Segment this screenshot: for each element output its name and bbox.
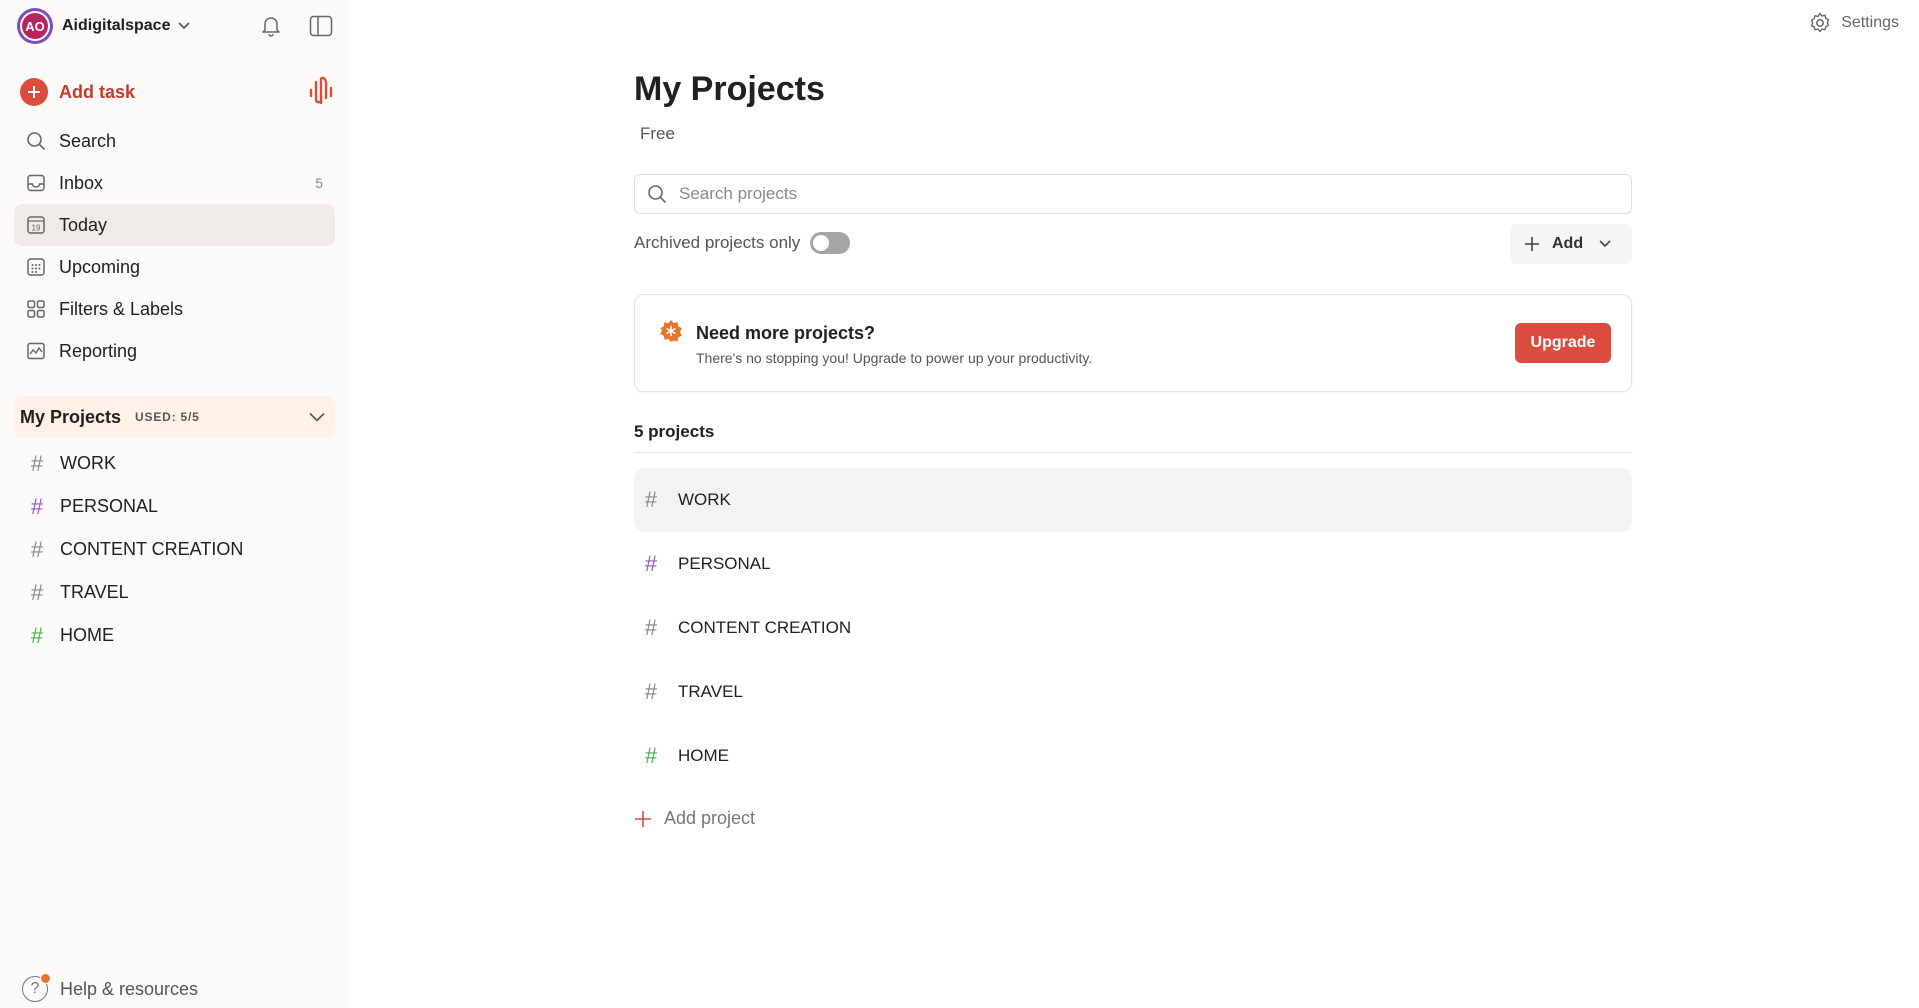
productivity-wave-icon[interactable] bbox=[309, 76, 335, 106]
notifications-bell-icon[interactable] bbox=[257, 12, 285, 40]
search-projects-field[interactable] bbox=[634, 174, 1632, 214]
calendar-today-icon: 19 bbox=[25, 214, 47, 236]
project-row-travel[interactable]: # TRAVEL bbox=[634, 660, 1632, 724]
calendar-grid-icon bbox=[25, 256, 47, 278]
project-row-personal[interactable]: # PERSONAL bbox=[634, 532, 1632, 596]
chevron-down-icon bbox=[1599, 240, 1611, 248]
hash-icon: # bbox=[644, 679, 658, 704]
hash-icon: # bbox=[30, 493, 44, 519]
hash-icon: # bbox=[644, 743, 658, 768]
sidebar-project-label: PERSONAL bbox=[60, 496, 159, 516]
sidebar-project-label: TRAVEL bbox=[60, 582, 129, 602]
sidebar-item-label: Today bbox=[59, 214, 108, 235]
sidebar-item-home[interactable]: # HOME bbox=[14, 614, 335, 657]
archived-filter: Archived projects only bbox=[634, 232, 851, 254]
sidebar-item-label: Search bbox=[59, 130, 117, 151]
settings-button[interactable]: Settings bbox=[1809, 12, 1899, 34]
promo-description: There's no stopping you! Upgrade to powe… bbox=[696, 350, 1093, 366]
sidebar-item-today[interactable]: 19 Today bbox=[14, 204, 335, 246]
my-projects-header[interactable]: My Projects USED: 5/5 bbox=[14, 396, 335, 438]
help-resources-link[interactable]: ? Help & resources bbox=[22, 973, 199, 1002]
hash-icon: # bbox=[644, 551, 658, 576]
archived-toggle[interactable] bbox=[810, 232, 851, 254]
sidebar-project-label: HOME bbox=[60, 625, 114, 645]
plus-icon bbox=[634, 810, 652, 828]
project-row-home[interactable]: # HOME bbox=[634, 724, 1632, 788]
archived-label: Archived projects only bbox=[634, 233, 801, 252]
sidebar-nav: Search Inbox 5 19 Today Upcoming Filters… bbox=[14, 120, 335, 372]
upgrade-promo-card: Need more projects? There's no stopping … bbox=[634, 294, 1632, 392]
notification-dot bbox=[40, 973, 51, 984]
search-icon bbox=[647, 184, 667, 204]
svg-text:19: 19 bbox=[32, 224, 41, 233]
sidebar-item-search[interactable]: Search bbox=[14, 120, 335, 162]
plus-circle-icon bbox=[20, 78, 48, 106]
sidebar-item-work[interactable]: # WORK bbox=[14, 442, 335, 485]
search-projects-input[interactable] bbox=[677, 183, 1581, 205]
project-name: WORK bbox=[678, 490, 731, 509]
inbox-count-badge: 5 bbox=[315, 175, 323, 191]
hash-icon: # bbox=[30, 622, 44, 648]
sidebar-item-personal[interactable]: # PERSONAL bbox=[14, 485, 335, 528]
help-question-icon: ? bbox=[22, 973, 51, 1002]
chevron-down-icon[interactable] bbox=[309, 412, 325, 422]
chevron-down-icon[interactable] bbox=[178, 22, 191, 30]
hash-icon: # bbox=[30, 579, 44, 605]
sidebar-item-label: Inbox bbox=[59, 172, 104, 193]
toggle-sidebar-icon[interactable] bbox=[307, 12, 335, 40]
help-label: Help & resources bbox=[60, 978, 199, 999]
workspace-header: AO Aidigitalspace bbox=[20, 10, 335, 42]
hash-icon: # bbox=[644, 615, 658, 640]
workspace-name[interactable]: Aidigitalspace bbox=[62, 17, 170, 35]
project-name: TRAVEL bbox=[678, 682, 743, 701]
filters-icon bbox=[25, 298, 47, 320]
starburst-badge-icon bbox=[659, 319, 683, 343]
sidebar-project-list: # WORK # PERSONAL # CONTENT CREATION # T… bbox=[14, 442, 335, 657]
add-label: Add bbox=[1552, 235, 1584, 252]
hash-icon: # bbox=[644, 487, 658, 512]
sidebar-item-reporting[interactable]: Reporting bbox=[14, 330, 335, 372]
project-row-content-creation[interactable]: # CONTENT CREATION bbox=[634, 596, 1632, 660]
divider bbox=[634, 452, 1632, 453]
search-icon bbox=[25, 130, 47, 152]
hash-icon: # bbox=[30, 536, 44, 562]
project-name: HOME bbox=[678, 746, 729, 765]
my-projects-title: My Projects bbox=[20, 406, 122, 427]
project-name: PERSONAL bbox=[678, 554, 771, 573]
sidebar-item-inbox[interactable]: Inbox 5 bbox=[14, 162, 335, 204]
toggle-knob bbox=[813, 235, 830, 251]
add-project-button[interactable]: Add project bbox=[634, 808, 755, 829]
sidebar-item-filters-labels[interactable]: Filters & Labels bbox=[14, 288, 335, 330]
plus-icon bbox=[1524, 236, 1540, 252]
sidebar-item-upcoming[interactable]: Upcoming bbox=[14, 246, 335, 288]
sidebar-item-label: Reporting bbox=[59, 340, 138, 361]
sidebar-item-label: Upcoming bbox=[59, 256, 141, 277]
add-task-label: Add task bbox=[59, 81, 136, 102]
add-task-button[interactable]: Add task bbox=[20, 76, 335, 108]
sidebar-project-label: WORK bbox=[60, 453, 116, 473]
hash-icon: # bbox=[30, 450, 44, 476]
reporting-icon bbox=[25, 340, 47, 362]
project-list: # WORK # PERSONAL # CONTENT CREATION # T… bbox=[634, 468, 1632, 788]
sidebar: AO Aidigitalspace Add task Search Inbox … bbox=[0, 0, 351, 1008]
settings-label: Settings bbox=[1841, 14, 1899, 31]
add-dropdown-button[interactable]: Add bbox=[1510, 224, 1632, 264]
promo-title: Need more projects? bbox=[696, 323, 876, 343]
inbox-icon bbox=[25, 172, 47, 194]
page-title: My Projects bbox=[634, 70, 825, 108]
add-project-label: Add project bbox=[664, 808, 756, 828]
sidebar-item-label: Filters & Labels bbox=[59, 298, 184, 319]
sidebar-project-label: CONTENT CREATION bbox=[60, 539, 244, 559]
sidebar-item-travel[interactable]: # TRAVEL bbox=[14, 571, 335, 614]
plan-label: Free bbox=[640, 124, 675, 143]
project-count: 5 projects bbox=[634, 422, 715, 441]
project-row-work[interactable]: # WORK bbox=[634, 468, 1632, 532]
projects-usage-badge: USED: 5/5 bbox=[135, 410, 200, 424]
gear-icon bbox=[1809, 12, 1831, 34]
sidebar-item-content-creation[interactable]: # CONTENT CREATION bbox=[14, 528, 335, 571]
avatar[interactable]: AO bbox=[20, 11, 50, 41]
upgrade-button[interactable]: Upgrade bbox=[1515, 323, 1611, 363]
project-name: CONTENT CREATION bbox=[678, 618, 852, 637]
